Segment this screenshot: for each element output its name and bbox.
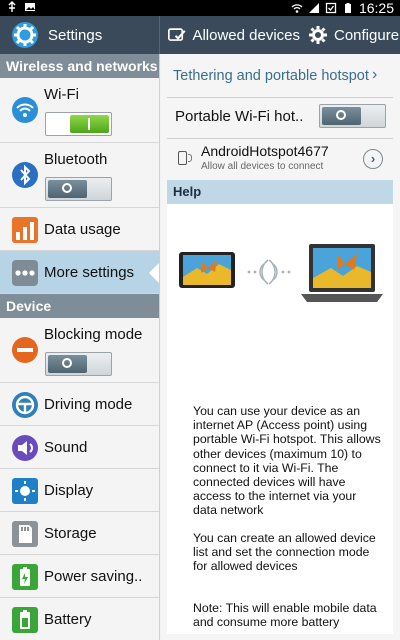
sidebar-item-bluetooth[interactable]: Bluetooth <box>0 143 159 208</box>
configure-label: Configure <box>334 26 400 44</box>
status-bar: 16:25 <box>0 0 400 16</box>
display-icon <box>12 478 38 504</box>
data-usage-icon <box>12 217 38 243</box>
sidebar-item-storage[interactable]: Storage <box>0 512 159 555</box>
toggle-knob <box>48 355 87 373</box>
power-saving-icon <box>12 564 38 590</box>
sidebar-item-label: Storage <box>44 525 97 542</box>
clock: 16:25 <box>358 0 394 16</box>
toggle-knob <box>70 115 109 133</box>
settings-sidebar: Wireless and networks Wi-Fi Bluetooth Da… <box>0 54 160 640</box>
action-bar: Settings Allowed devices Configure <box>0 16 400 54</box>
sound-icon <box>12 435 38 461</box>
allowed-devices-label: Allowed devices <box>192 26 300 44</box>
tablet-icon <box>179 252 235 288</box>
sidebar-item-label: Power saving.. <box>44 568 143 585</box>
configure-button[interactable]: Configure <box>300 16 400 54</box>
cell-signal-icon <box>308 3 319 13</box>
portable-hotspot-toggle[interactable] <box>319 104 386 128</box>
portable-hotspot-row[interactable]: Portable Wi-Fi hot.. <box>167 98 393 138</box>
sidebar-item-label: Driving mode <box>44 396 133 413</box>
signal-waves-icon <box>247 259 291 285</box>
help-paragraph: You can create an allowed device list an… <box>193 531 376 574</box>
toggle-knob <box>48 180 87 198</box>
hotspot-details-button[interactable]: › <box>363 149 383 169</box>
sidebar-item-label: Data usage <box>44 221 121 238</box>
hotspot-name: AndroidHotspot4677 <box>201 143 329 159</box>
sidebar-item-more-settings[interactable]: More settings <box>0 251 159 294</box>
sidebar-item-sound[interactable]: Sound <box>0 426 159 469</box>
sidebar-item-label: Display <box>44 482 94 499</box>
toggle-knob <box>322 107 361 125</box>
section-header-device: Device <box>0 294 159 318</box>
sidebar-item-power-saving[interactable]: Power saving.. <box>0 555 159 598</box>
sidebar-item-data-usage[interactable]: Data usage <box>0 208 159 251</box>
sidebar-item-label: Blocking mode <box>44 326 143 343</box>
sidebar-item-blocking-mode[interactable]: Blocking mode <box>0 318 159 383</box>
chevron-right-icon[interactable]: › <box>372 66 377 84</box>
sidebar-item-display[interactable]: Display <box>0 469 159 512</box>
help-paragraph: You can use your device as an internet A… <box>193 404 381 518</box>
laptop-icon <box>301 244 383 302</box>
allowed-devices-button[interactable]: Allowed devices <box>160 16 300 54</box>
tethering-panel: Tethering and portable hotspot › Portabl… <box>161 54 400 640</box>
steering-wheel-icon <box>12 392 38 418</box>
wifi-signal-icon <box>291 4 303 13</box>
alarm-icon <box>325 2 337 14</box>
hotspot-ap-row[interactable]: AndroidHotspot4677 Allow all devices to … <box>167 139 393 175</box>
allowed-devices-icon <box>168 28 186 41</box>
image-icon <box>25 3 35 11</box>
help-header: Help <box>167 180 393 204</box>
bluetooth-icon <box>12 162 38 188</box>
settings-home-button[interactable]: Settings <box>0 16 160 54</box>
bluetooth-toggle[interactable] <box>45 177 112 201</box>
storage-icon <box>12 521 38 547</box>
hotspot-illustration <box>179 244 383 302</box>
help-paragraph: Note: This will enable mobile data and c… <box>193 601 377 630</box>
sidebar-item-label: More settings <box>44 264 135 281</box>
phone-hotspot-icon <box>178 151 192 165</box>
portable-hotspot-label: Portable Wi-Fi hot.. <box>175 108 304 125</box>
sidebar-item-wifi[interactable]: Wi-Fi <box>0 78 159 143</box>
help-panel: You can use your device as an internet A… <box>167 204 393 634</box>
settings-gear-icon <box>12 22 38 48</box>
configure-gear-icon <box>309 26 327 44</box>
more-settings-icon <box>12 260 38 286</box>
wifi-icon <box>12 97 38 123</box>
wifi-toggle[interactable] <box>45 112 112 136</box>
section-header-wireless: Wireless and networks <box>0 54 159 78</box>
hotspot-subtitle: Allow all devices to connect <box>201 161 324 172</box>
sidebar-item-driving-mode[interactable]: Driving mode <box>0 383 159 426</box>
blocking-mode-icon <box>12 337 38 363</box>
breadcrumb[interactable]: Tethering and portable hotspot <box>173 68 369 84</box>
blocking-mode-toggle[interactable] <box>45 352 112 376</box>
sidebar-item-label: Bluetooth <box>44 151 108 168</box>
battery-icon <box>344 3 351 13</box>
sidebar-item-label: Battery <box>44 611 92 628</box>
sidebar-item-battery[interactable]: Battery <box>0 598 159 640</box>
sidebar-item-label: Sound <box>44 439 88 456</box>
sidebar-item-label: Wi-Fi <box>44 86 79 103</box>
app-title: Settings <box>48 26 103 44</box>
usb-icon <box>8 1 16 12</box>
battery-settings-icon <box>12 607 38 633</box>
